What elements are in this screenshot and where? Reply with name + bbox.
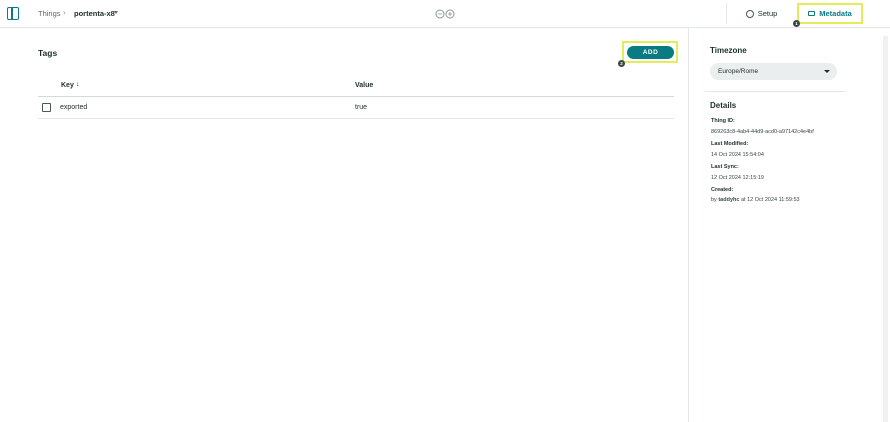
sidebar-toggle-icon[interactable] bbox=[7, 7, 19, 20]
created-at-date: 12 Oct 2024 11:59:53 bbox=[747, 197, 800, 203]
created-label: Created: bbox=[711, 187, 734, 193]
add-tag-button[interactable]: ADD bbox=[627, 46, 674, 59]
tag-icon bbox=[808, 11, 816, 16]
top-bar: Things › portenta-x8 Setup Metadata bbox=[0, 0, 890, 28]
cell-key: exported bbox=[60, 104, 88, 111]
details-title: Details bbox=[710, 101, 737, 110]
last-sync-label: Last Sync: bbox=[711, 164, 739, 170]
column-header-value: Value bbox=[355, 82, 374, 89]
created-at-prefix: at bbox=[740, 197, 746, 203]
created-by-user: taddyhc bbox=[718, 197, 740, 203]
created-by-prefix: by bbox=[711, 197, 717, 203]
tab-setup-label: Setup bbox=[757, 9, 778, 18]
row-checkbox[interactable] bbox=[42, 103, 51, 112]
last-modified-label: Last Modified: bbox=[711, 141, 749, 147]
tab-setup[interactable]: Setup bbox=[726, 3, 796, 24]
table-header: Key ↓ Value bbox=[38, 78, 674, 97]
timezone-value: Europe/Rome bbox=[718, 68, 759, 75]
chevron-down-icon[interactable] bbox=[114, 11, 118, 14]
panel-separator bbox=[705, 91, 845, 92]
page-title: Tags bbox=[38, 48, 58, 58]
tab-metadata[interactable]: Metadata bbox=[797, 3, 863, 24]
panel-divider bbox=[688, 28, 689, 422]
sort-arrow-icon[interactable]: ↓ bbox=[76, 81, 80, 88]
cell-value: true bbox=[355, 104, 368, 111]
breadcrumb-things[interactable]: Things bbox=[38, 9, 61, 18]
thing-id-value: 869263c8-4ab4-44d9-acd0-a97142c4e4bf bbox=[711, 129, 814, 135]
add-button-highlight: ADD bbox=[622, 41, 678, 63]
last-modified-value: 14 Oct 2024 15:54:04 bbox=[711, 152, 764, 158]
thing-id-label: Thing ID: bbox=[711, 118, 735, 124]
step-badge: 2 bbox=[618, 60, 625, 67]
timezone-title: Timezone bbox=[710, 46, 747, 55]
column-header-key[interactable]: Key bbox=[61, 82, 74, 89]
arduino-logo-icon bbox=[435, 9, 455, 19]
last-sync-value: 12 Oct 2024 12:15:19 bbox=[711, 175, 764, 181]
timezone-select[interactable]: Europe/Rome bbox=[710, 63, 837, 80]
created-value: by taddyhc at 12 Oct 2024 11:59:53 bbox=[711, 197, 800, 203]
chevron-down-icon bbox=[824, 70, 830, 73]
tab-metadata-label: Metadata bbox=[819, 9, 852, 18]
breadcrumb-separator: › bbox=[63, 8, 66, 17]
tags-table: Key ↓ Value exported true bbox=[38, 78, 674, 119]
gear-icon bbox=[745, 9, 754, 18]
table-row[interactable]: exported true bbox=[38, 97, 674, 119]
scrollbar[interactable] bbox=[883, 36, 888, 422]
breadcrumb-current[interactable]: portenta-x8 bbox=[74, 9, 115, 18]
step-badge: 1 bbox=[793, 20, 800, 27]
